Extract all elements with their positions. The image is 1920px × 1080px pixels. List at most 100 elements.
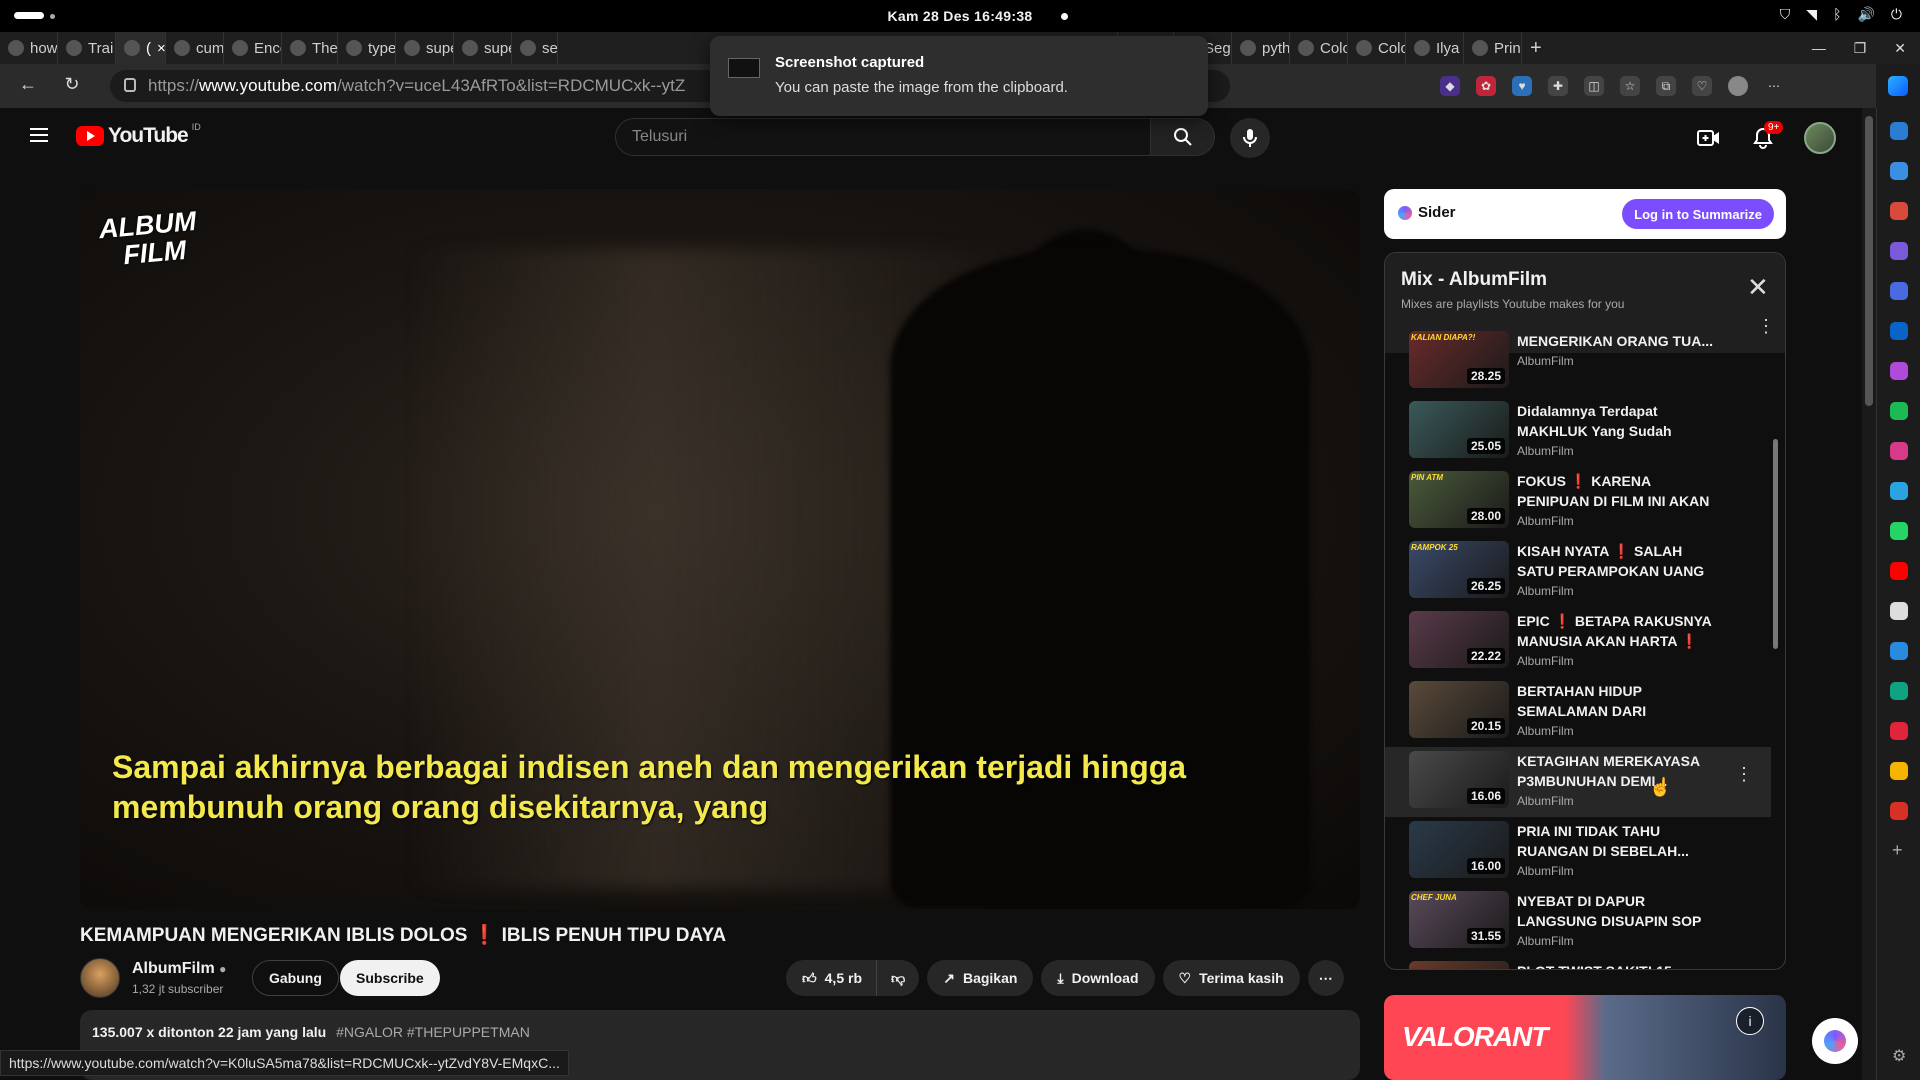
playlist-item-title[interactable]: KETAGIHAN MEREKAYASA P3MBUNUHAN DEMI...: [1517, 751, 1717, 791]
create-video-button[interactable]: [1696, 125, 1722, 151]
playlist-item[interactable]: 25.05 Didalamnya Terdapat MAKHLUK Yang Su…: [1385, 397, 1771, 467]
maximize-icon[interactable]: ❐: [1854, 40, 1867, 57]
more-actions-button[interactable]: ⋯: [1307, 960, 1344, 996]
video-thumbnail[interactable]: 25.05: [1409, 401, 1509, 458]
reload-icon[interactable]: ↻: [54, 74, 90, 95]
tag-icon[interactable]: [1890, 162, 1908, 180]
spotify-icon[interactable]: [1890, 402, 1908, 420]
playlist-item[interactable]: 20.15 BERTAHAN HIDUP SEMALAMAN DARI HARIM…: [1385, 677, 1771, 747]
new-tab-button[interactable]: +: [1522, 32, 1550, 64]
system-tray[interactable]: ⛉ ◥ ᛒ 🔊 ⏻: [1780, 6, 1902, 23]
volume-icon[interactable]: 🔊: [1857, 6, 1874, 23]
tab-17[interactable]: Prin: [1464, 32, 1522, 64]
bluetooth-icon[interactable]: ᛒ: [1833, 6, 1841, 23]
minimize-icon[interactable]: —: [1812, 40, 1826, 56]
playlist-item-title[interactable]: BERTAHAN HIDUP SEMALAMAN DARI HARIMA...: [1517, 681, 1717, 721]
video-thumbnail[interactable]: CHEF JUNA 31.55: [1409, 891, 1509, 948]
playlist-item[interactable]: 16.06 KETAGIHAN MEREKAYASA P3MBUNUHAN DEM…: [1385, 747, 1771, 817]
close-window-icon[interactable]: ✕: [1894, 40, 1906, 57]
youtube-logo[interactable]: YouTube ID: [76, 122, 201, 148]
puzzle-icon[interactable]: ✚: [1548, 76, 1568, 96]
playlist-title[interactable]: Mix - AlbumFilm: [1401, 269, 1547, 291]
copilot-icon[interactable]: [1888, 76, 1908, 96]
wifi-icon[interactable]: ◥: [1806, 6, 1817, 23]
channel-name-text[interactable]: AlbumFilm: [132, 960, 215, 977]
video-thumbnail[interactable]: [1409, 961, 1509, 969]
tab-16[interactable]: Ilya: [1406, 32, 1464, 64]
video-thumbnail[interactable]: PIN ATM 28.00: [1409, 471, 1509, 528]
outlook-icon[interactable]: [1890, 322, 1908, 340]
playlist-item-title[interactable]: Didalamnya Terdapat MAKHLUK Yang Sudah H…: [1517, 401, 1717, 441]
channel-avatar[interactable]: [80, 958, 120, 998]
favorites-icon[interactable]: ☆: [1620, 76, 1640, 96]
tab-3[interactable]: cum: [166, 32, 224, 64]
tab-15[interactable]: Colo: [1348, 32, 1406, 64]
page-scroll-thumb[interactable]: [1865, 116, 1873, 406]
valorant-ad-banner[interactable]: VALORANT i: [1384, 995, 1786, 1080]
playlist-item[interactable]: 22.22 EPIC ❗ BETAPA RAKUSNYA MANUSIA AKAN…: [1385, 607, 1771, 677]
system-clock[interactable]: Kam 28 Des 16:49:38: [0, 8, 1920, 24]
tab-close-icon[interactable]: ×: [157, 40, 165, 57]
playlist-item-title[interactable]: KISAH NYATA ❗ SALAH SATU PERAMPOKAN UANG…: [1517, 541, 1717, 581]
playlist-item-title[interactable]: PRIA INI TIDAK TAHU RUANGAN DI SEBELAH..…: [1517, 821, 1717, 861]
search-input[interactable]: Telusuri: [615, 118, 1151, 156]
download-button[interactable]: ⤓ Download: [1041, 960, 1155, 996]
chatgpt-icon[interactable]: [1890, 682, 1908, 700]
video-thumbnail[interactable]: KALIAN DIAPA?! 28.25: [1409, 331, 1509, 388]
subscribe-button[interactable]: Subscribe: [340, 960, 440, 996]
video-player[interactable]: ALBUM FILM Sampai akhirnya berbagai indi…: [80, 189, 1360, 909]
copilot-button[interactable]: [1876, 64, 1920, 108]
thanks-button[interactable]: ♡ Terima kasih: [1162, 960, 1300, 996]
youtube-icon[interactable]: [1890, 562, 1908, 580]
search-button[interactable]: [1151, 118, 1215, 156]
add-sidebar-app-icon[interactable]: +: [1892, 840, 1903, 861]
split-screen-icon[interactable]: ◫: [1584, 76, 1604, 96]
share-button[interactable]: ↗ Bagikan: [927, 960, 1034, 996]
gmail-icon[interactable]: [1890, 802, 1908, 820]
playlist-item[interactable]: RAMPOK 25 26.25 KISAH NYATA ❗ SALAH SATU P…: [1385, 537, 1771, 607]
hashtags[interactable]: #NGALOR #THEPUPPETMAN: [336, 1024, 530, 1040]
collections-icon[interactable]: ⧉: [1656, 76, 1676, 96]
music-icon[interactable]: [1890, 722, 1908, 740]
ad-info-icon[interactable]: i: [1736, 1007, 1764, 1035]
video-thumbnail[interactable]: RAMPOK 25 26.25: [1409, 541, 1509, 598]
health-icon[interactable]: ♡: [1692, 76, 1712, 96]
lock-icon[interactable]: [124, 78, 136, 92]
search-icon[interactable]: [1890, 122, 1908, 140]
tab-7[interactable]: supe: [396, 32, 454, 64]
more-menu-icon[interactable]: ⋯: [1764, 76, 1784, 96]
video-thumbnail[interactable]: 16.06: [1409, 751, 1509, 808]
screenshot-toast[interactable]: Screenshot captured You can paste the im…: [710, 36, 1208, 116]
whatsapp-icon[interactable]: [1890, 522, 1908, 540]
video-thumbnail[interactable]: 16.00: [1409, 821, 1509, 878]
shield-icon[interactable]: ⛉: [1780, 6, 1791, 23]
hamburger-menu-icon[interactable]: [30, 128, 48, 142]
tab-2[interactable]: (×: [116, 32, 166, 64]
playlist-scrollbar[interactable]: [1773, 439, 1778, 649]
playlist-item-title[interactable]: NYEBAT DI DAPUR LANGSUNG DISUAPIN SOP PU…: [1517, 891, 1717, 931]
sidebar-settings-icon[interactable]: ⚙: [1892, 1046, 1906, 1066]
voice-search-button[interactable]: [1230, 118, 1270, 158]
tab-14[interactable]: Colo: [1290, 32, 1348, 64]
sider-floating-button[interactable]: [1812, 1018, 1858, 1064]
drive-icon[interactable]: [1890, 762, 1908, 780]
games-icon[interactable]: [1890, 242, 1908, 260]
dislike-button[interactable]: 👎︎: [876, 960, 920, 996]
video-thumbnail[interactable]: 20.15: [1409, 681, 1509, 738]
extension-icon[interactable]: ◆: [1440, 76, 1460, 96]
page-scrollbar[interactable]: [1862, 108, 1876, 1080]
tab-0[interactable]: how: [0, 32, 58, 64]
tab-4[interactable]: Enco: [224, 32, 282, 64]
account-avatar[interactable]: [1804, 122, 1836, 154]
summarize-login-button[interactable]: Log in to Summarize: [1622, 199, 1774, 229]
back-icon[interactable]: ←: [10, 74, 46, 95]
profile-avatar-icon[interactable]: [1728, 76, 1748, 96]
tab-13[interactable]: pyth: [1232, 32, 1290, 64]
join-button[interactable]: Gabung: [252, 960, 339, 996]
calendar-icon[interactable]: [1890, 642, 1908, 660]
playlist-item[interactable]: PLOT TWIST SAKIT! 15 TAHUN: [1385, 957, 1771, 969]
tab-6[interactable]: type: [338, 32, 396, 64]
copilot-icon[interactable]: [1890, 282, 1908, 300]
playlist-item[interactable]: 16.00 PRIA INI TIDAK TAHU RUANGAN DI SEBE…: [1385, 817, 1771, 887]
toolbox-icon[interactable]: [1890, 202, 1908, 220]
